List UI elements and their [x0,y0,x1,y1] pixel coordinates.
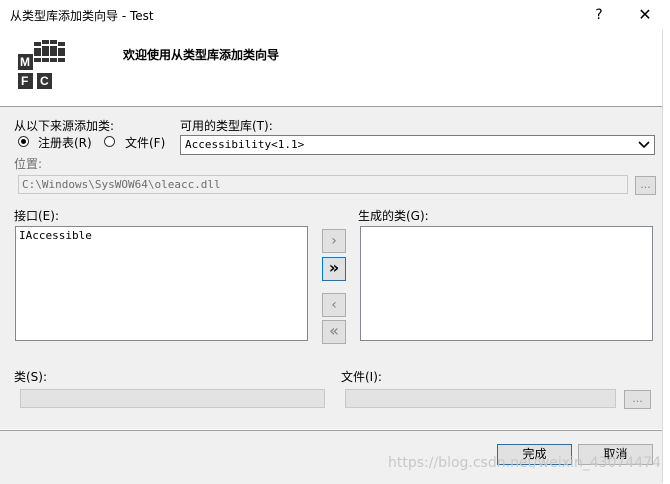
file-label: 文件(I): [341,370,382,384]
location-browse-button[interactable]: ... [635,176,656,195]
wizard-heading: 欢迎使用从类型库添加类向导 [123,48,280,62]
logo-letter-m: M [20,55,30,69]
type-library-label: 可用的类型库(T): [180,119,273,133]
location-label: 位置: [14,157,43,171]
logo-letter-c: C [40,74,49,88]
generated-classes-label: 生成的类(G): [358,209,429,223]
registry-radio-label[interactable]: 注册表(R) [38,134,92,151]
wizard-header [0,30,662,107]
add-all-button[interactable]: » [322,257,346,281]
watermark-text: https://blog.csdn.net/weixin_43074474 [388,455,662,471]
class-label: 类(S): [14,370,48,384]
window-edge [662,30,670,483]
location-value: C:\Windows\SysWOW64\oleacc.dll [22,178,221,191]
close-button[interactable]: ✕ [628,3,662,27]
file-radio-label[interactable]: 文件(F) [125,134,165,151]
window-title: 从类型库添加类向导 - Test [10,9,154,23]
remove-all-button[interactable]: « [322,320,346,344]
location-field: C:\Windows\SysWOW64\oleacc.dll [18,175,628,194]
class-field [20,389,325,408]
generated-classes-listbox[interactable] [360,226,653,341]
title-bar: 从类型库添加类向导 - Test ? ✕ [0,0,670,30]
logo-letter-f: F [21,74,29,88]
file-radio[interactable] [104,136,115,147]
file-browse-button[interactable]: ... [624,390,651,409]
add-one-button[interactable]: › [322,229,346,253]
remove-one-button[interactable]: ‹ [322,293,346,317]
registry-radio[interactable] [18,136,29,147]
interfaces-listbox[interactable]: IAccessible [15,226,308,341]
file-field [345,389,616,408]
type-library-value: Accessibility<1.1> [185,138,305,151]
help-button[interactable]: ? [585,3,613,27]
interfaces-label: 接口(E): [14,209,59,223]
type-library-select[interactable]: Accessibility<1.1> [180,135,655,155]
source-label: 从以下来源添加类: [14,119,115,133]
list-item[interactable]: IAccessible [19,229,92,242]
chevron-down-icon [638,139,650,149]
